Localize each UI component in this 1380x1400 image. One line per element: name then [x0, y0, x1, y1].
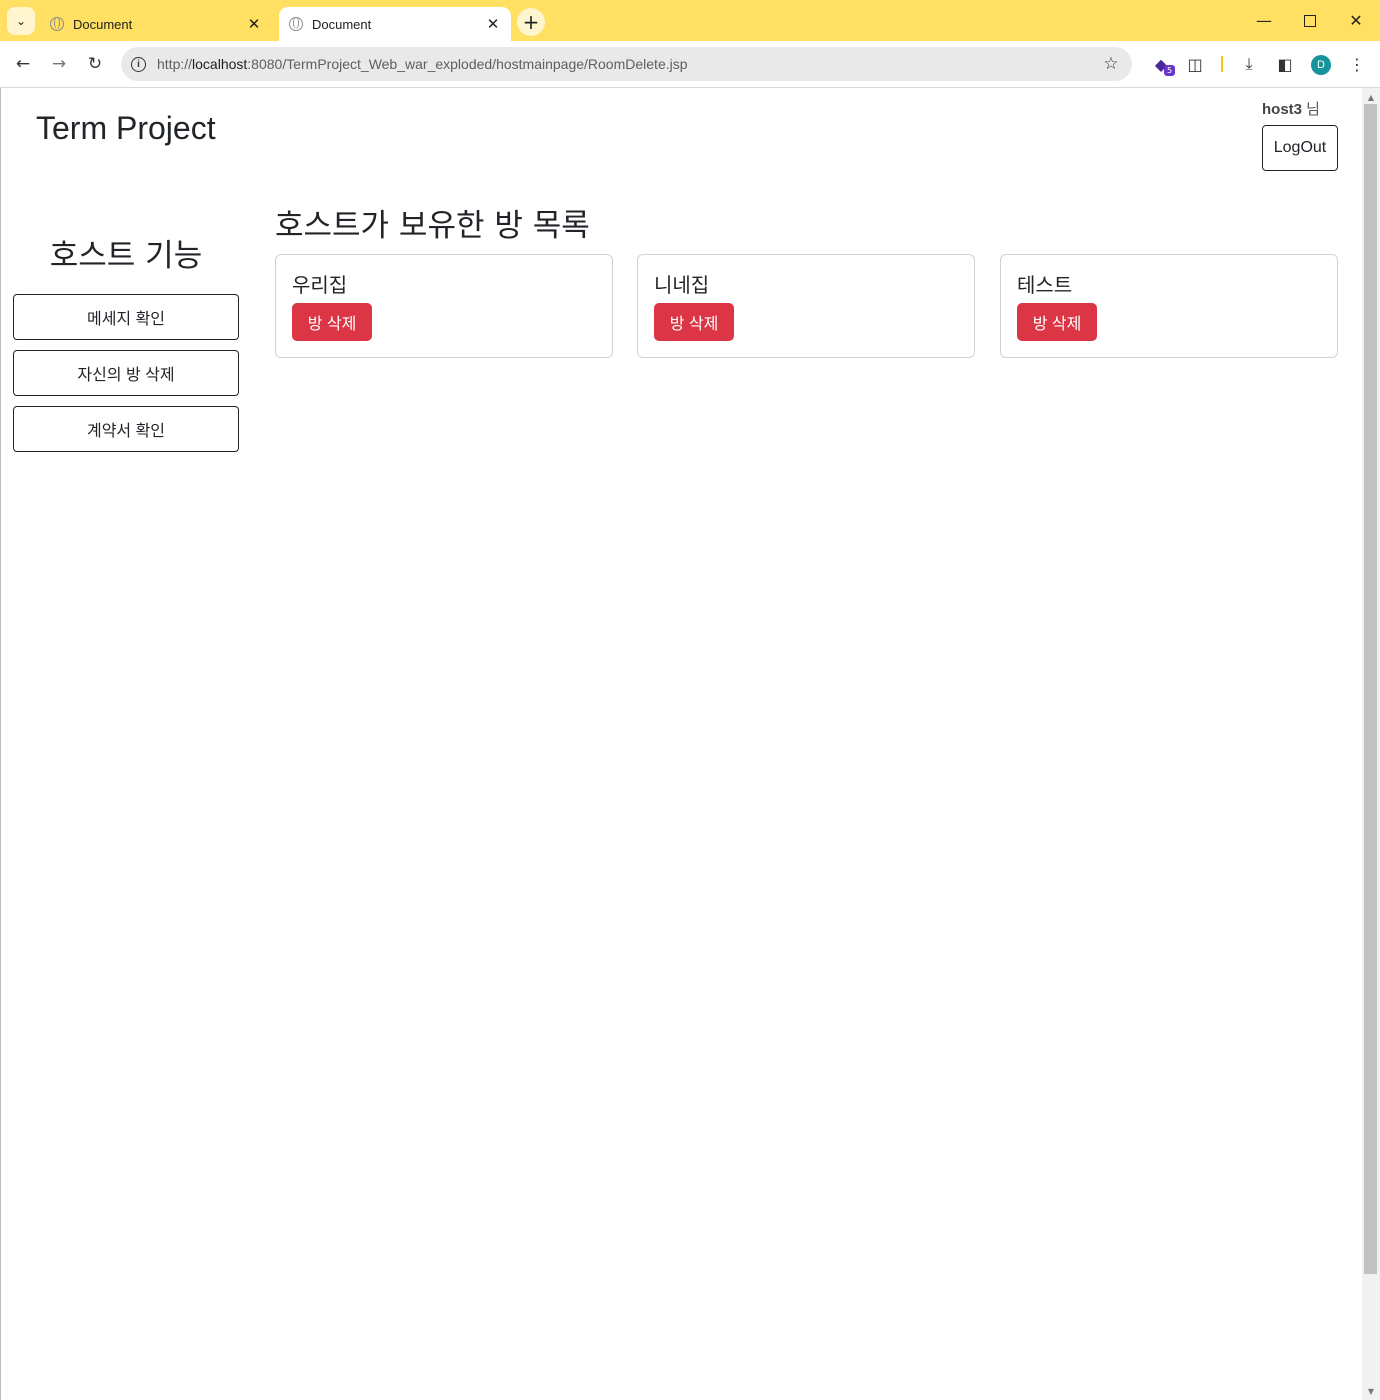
- tab-title: Document: [73, 16, 133, 32]
- room-name: 테스트: [1017, 273, 1073, 297]
- tab-search-button[interactable]: ⌄: [7, 7, 35, 35]
- tab-title: Document: [312, 16, 372, 32]
- url-host: localhost: [192, 56, 248, 72]
- side-panel-button[interactable]: ◧: [1271, 50, 1299, 78]
- download-icon: ⤓: [1245, 54, 1253, 73]
- logout-button[interactable]: LogOut: [1262, 125, 1338, 171]
- reload-icon: ↻: [87, 54, 103, 74]
- bookmark-star-icon[interactable]: ☆: [1096, 54, 1126, 74]
- maximize-button[interactable]: [1287, 0, 1333, 41]
- minimize-icon: —: [1256, 11, 1272, 30]
- scroll-up-arrow-icon[interactable]: ▲: [1362, 90, 1380, 104]
- room-card: 니네집 방 삭제: [637, 254, 975, 358]
- chevron-down-icon: ⌄: [15, 14, 27, 28]
- delete-room-button[interactable]: 방 삭제: [292, 303, 372, 341]
- sidebar-item-messages[interactable]: 메세지 확인: [13, 294, 239, 340]
- arrow-right-icon: →: [51, 54, 67, 74]
- maximize-icon: [1304, 14, 1316, 27]
- globe-icon: [50, 17, 64, 31]
- minimize-button[interactable]: —: [1241, 0, 1287, 41]
- room-card: 테스트 방 삭제: [1000, 254, 1338, 358]
- sidebar-item-contracts[interactable]: 계약서 확인: [13, 406, 239, 452]
- url-scheme: http://: [157, 56, 193, 72]
- back-button[interactable]: ←: [9, 50, 37, 78]
- plus-icon: +: [522, 10, 540, 34]
- close-icon[interactable]: ✕: [481, 15, 505, 33]
- url-path: :8080/TermProject_Web_war_exploded/hostm…: [247, 56, 688, 72]
- arrow-left-icon: ←: [15, 54, 31, 74]
- vertical-scrollbar[interactable]: ▲ ▼: [1362, 88, 1380, 1400]
- room-name: 우리집: [292, 273, 348, 297]
- scrollbar-thumb[interactable]: [1364, 104, 1377, 1274]
- sidebar-title: 호스트 기능: [49, 238, 203, 274]
- browser-titlebar: ⌄ Document ✕ Document ✕ + — ✕: [0, 0, 1380, 41]
- browser-toolbar: ← → ↻ i http://localhost:8080/TermProjec…: [0, 41, 1380, 88]
- extensions-menu-button[interactable]: ◫: [1181, 50, 1209, 78]
- close-icon: ✕: [1349, 11, 1363, 30]
- page-title: 호스트가 보유한 방 목록: [275, 208, 590, 244]
- browser-menu-button[interactable]: ⋮: [1343, 50, 1371, 78]
- forward-button[interactable]: →: [45, 50, 73, 78]
- more-vertical-icon: ⋮: [1349, 54, 1365, 74]
- extension-button[interactable]: ◆ 5: [1147, 50, 1175, 78]
- extension-badge: 5: [1164, 65, 1175, 76]
- room-card: 우리집 방 삭제: [275, 254, 613, 358]
- profile-avatar[interactable]: D: [1311, 55, 1331, 75]
- new-tab-button[interactable]: +: [517, 8, 545, 36]
- browser-tab-1[interactable]: Document ✕: [40, 7, 272, 41]
- window-close-button[interactable]: ✕: [1333, 0, 1379, 41]
- reload-button[interactable]: ↻: [81, 50, 109, 78]
- room-name: 니네집: [654, 273, 710, 297]
- user-greeting: host3 님: [1262, 98, 1320, 119]
- user-suffix: 님: [1302, 101, 1320, 118]
- close-icon[interactable]: ✕: [242, 15, 266, 33]
- puzzle-icon: ◫: [1187, 54, 1203, 74]
- url-text: http://localhost:8080/TermProject_Web_wa…: [157, 56, 1096, 72]
- site-info-icon[interactable]: i: [131, 56, 146, 72]
- browser-tab-2[interactable]: Document ✕: [279, 7, 511, 41]
- downloads-button[interactable]: ⤓: [1235, 50, 1263, 78]
- sidebar-item-delete-room[interactable]: 자신의 방 삭제: [13, 350, 239, 396]
- delete-room-button[interactable]: 방 삭제: [1017, 303, 1097, 341]
- scroll-down-arrow-icon[interactable]: ▼: [1362, 1384, 1380, 1398]
- delete-room-button[interactable]: 방 삭제: [654, 303, 734, 341]
- side-panel-icon: ◧: [1277, 54, 1293, 74]
- address-bar[interactable]: i http://localhost:8080/TermProject_Web_…: [121, 47, 1132, 81]
- username: host3: [1262, 101, 1303, 118]
- brand-title[interactable]: Term Project: [36, 108, 216, 148]
- toolbar-divider: [1221, 56, 1223, 72]
- globe-icon: [289, 17, 303, 31]
- page-border: [0, 88, 1, 1400]
